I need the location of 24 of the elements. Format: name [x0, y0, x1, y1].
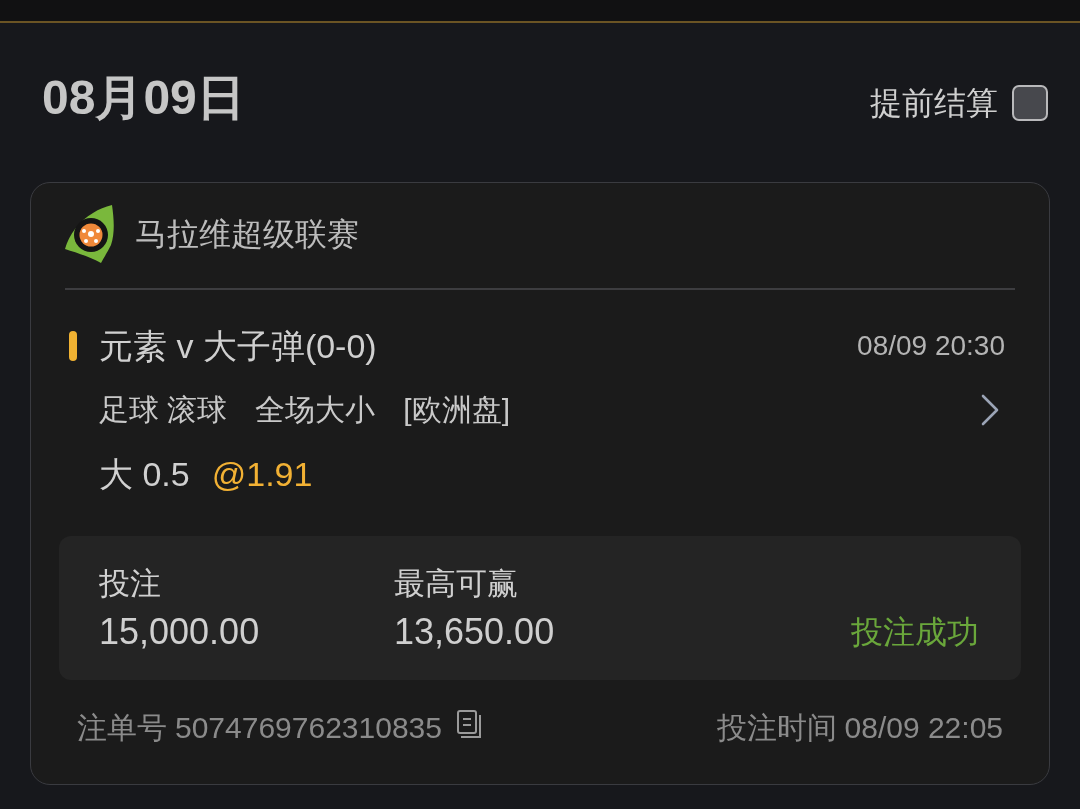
market-text: 全场大小	[255, 391, 376, 428]
market-text: 足球 滚球	[99, 391, 228, 428]
summary-value: 15,000.00	[99, 609, 261, 654]
selection-text: 大 0.5	[99, 453, 190, 495]
order-number-label: 注单号	[77, 709, 167, 746]
bet-time: 08/09 22:05	[844, 709, 1003, 746]
odds-text: @1.91	[211, 453, 313, 495]
bet-time-label: 投注时间	[716, 709, 837, 746]
date-title: 08月09日	[42, 69, 245, 126]
league-name: 马拉维超级联赛	[135, 215, 359, 254]
summary-value: 13,650.00	[394, 609, 556, 654]
summary-label: 最高可赢	[394, 564, 519, 603]
chevron-right-icon[interactable]	[981, 393, 999, 426]
early-settlement-label: 提前结算	[870, 83, 998, 123]
status-text: 投注成功	[851, 612, 979, 652]
copy-icon[interactable]	[455, 708, 482, 739]
order-number: 5074769762310835	[175, 709, 442, 746]
checkbox[interactable]	[1012, 84, 1048, 121]
accent-bar-icon	[69, 330, 77, 361]
soccer-ball-logo-icon	[65, 205, 115, 263]
match-time: 08/09 20:30	[857, 328, 1005, 363]
summary-label: 投注	[99, 564, 162, 603]
market-text: [欧洲盘]	[403, 391, 510, 428]
match-title: 元素 v 大子弹(0-0)	[99, 325, 377, 367]
